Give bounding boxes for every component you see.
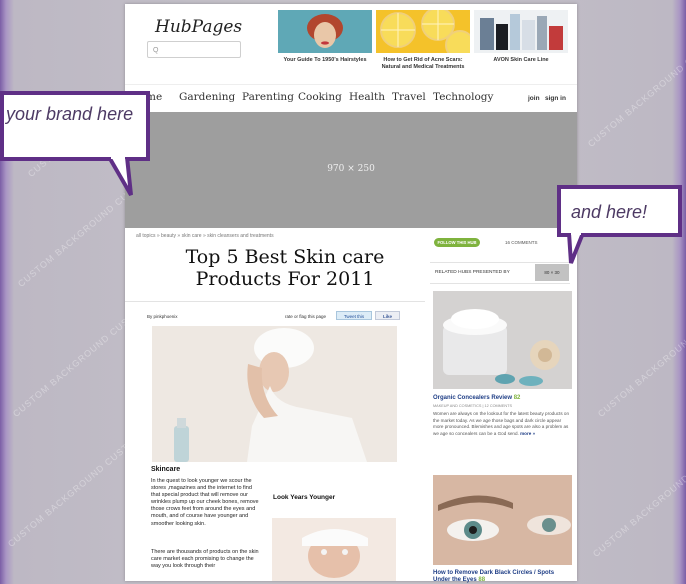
ad-caption: How to Get Rid of Acne Scars: Natural an…: [381, 57, 465, 70]
related-hub-title-text: How to Remove Dark Black Circles / Spots…: [433, 570, 555, 583]
related-hub-title[interactable]: Organic Concealers Review 82: [433, 395, 520, 401]
breadcrumb[interactable]: all topics » beauty » skin care » skin c…: [136, 233, 274, 239]
related-hub-image-eye[interactable]: [433, 475, 572, 565]
ad-image-hairstyles: [278, 10, 372, 53]
sponsor-size-label: 80 × 30: [544, 270, 560, 275]
here-callout-text: and here!: [571, 202, 648, 222]
article-main-image: [152, 326, 397, 462]
sign-in-link[interactable]: sign in: [545, 95, 566, 102]
hub-score: 82: [513, 395, 521, 401]
sponsor-ad-slot[interactable]: 80 × 30: [535, 264, 569, 281]
author-link[interactable]: By pinkphoenix: [147, 314, 178, 319]
search-input[interactable]: Q: [147, 41, 241, 58]
related-hub-summary-text: Women are always on the lookout for the …: [433, 411, 570, 436]
related-hub-meta: MAKEUP AND COSMETICS | 12 COMMENTS: [433, 404, 512, 408]
look-younger-heading: Look Years Younger: [273, 494, 336, 501]
here-callout-tail: [566, 233, 586, 264]
search-placeholder: Q: [153, 47, 159, 54]
watermark-text: CUSTOM BACKGROUND CUSTOM BACKGROUND: [595, 251, 686, 419]
ad-image-products: [474, 10, 568, 53]
follow-label: FOLLOW THIS HUB: [437, 240, 477, 245]
hub-score: 88: [478, 577, 486, 583]
nav-item-technology[interactable]: Technology: [433, 91, 493, 103]
comments-link[interactable]: 16 COMMENTS: [505, 240, 538, 245]
brand-callout-text: your brand here: [6, 104, 134, 124]
related-hub-summary: Women are always on the lookout for the …: [433, 411, 571, 437]
hubpages-logo[interactable]: HubPages: [155, 17, 242, 37]
main-nav: me Gardening Parenting Cooking Health Tr…: [125, 84, 577, 111]
ad-acne-scars[interactable]: How to Get Rid of Acne Scars: Natural an…: [376, 7, 475, 70]
nav-item-parenting[interactable]: Parenting: [242, 91, 294, 103]
related-hubs-label: RELATED HUBS PRESENTED BY: [435, 270, 510, 275]
join-link[interactable]: join: [528, 95, 540, 102]
hub-page: HubPages Q Your Guide To 1950's Hairstyl…: [125, 4, 577, 584]
article-paragraph: There are thousands of products on the s…: [151, 549, 259, 570]
brand-callout: your brand here: [0, 91, 150, 161]
related-hub-title[interactable]: How to Remove Dark Black Circles / Spots…: [433, 570, 573, 584]
ad-image-lemons: [376, 7, 475, 60]
ad-caption: Your Guide To 1950's Hairstyles: [283, 57, 367, 63]
tweet-button[interactable]: Tweet this: [336, 311, 372, 320]
nav-item-health[interactable]: Health: [349, 91, 385, 103]
like-label: Like: [382, 314, 392, 319]
watermark-text: CUSTOM BACKGROUND CUSTOM BACKGROUND: [585, 0, 686, 149]
nav-item-cooking[interactable]: Cooking: [298, 91, 342, 103]
ad-hairstyles[interactable]: Your Guide To 1950's Hairstyles: [278, 10, 372, 64]
rate-flag-link[interactable]: rate or flag this page: [285, 314, 326, 319]
article-paragraph: In the quest to look younger we scour th…: [151, 478, 259, 527]
look-younger-image: [272, 518, 396, 581]
ad-caption: AVON Skin Care Line: [493, 57, 549, 63]
nav-item-travel[interactable]: Travel: [392, 91, 426, 103]
follow-hub-button[interactable]: FOLLOW THIS HUB: [434, 238, 480, 247]
like-button[interactable]: Like: [375, 311, 400, 320]
divider: [125, 301, 425, 302]
brand-callout-tail: [107, 157, 133, 197]
related-hub-image-cream[interactable]: [433, 291, 572, 389]
nav-item-gardening[interactable]: Gardening: [179, 91, 235, 103]
ad-avon[interactable]: AVON Skin Care Line: [474, 10, 568, 64]
related-hub-title-text: Organic Concealers Review: [433, 395, 513, 401]
skincare-heading: Skincare: [151, 466, 181, 473]
page-title: Top 5 Best Skin care Products For 2011: [185, 246, 385, 290]
here-callout: and here!: [557, 185, 682, 237]
tweet-label: Tweet this: [343, 314, 365, 319]
more-link[interactable]: more »: [520, 431, 535, 436]
ad-banner-970x250[interactable]: 970 × 250: [125, 112, 577, 228]
related-hubs-bar: RELATED HUBS PRESENTED BY 80 × 30: [430, 262, 570, 284]
banner-size-label: 970 × 250: [327, 164, 375, 174]
